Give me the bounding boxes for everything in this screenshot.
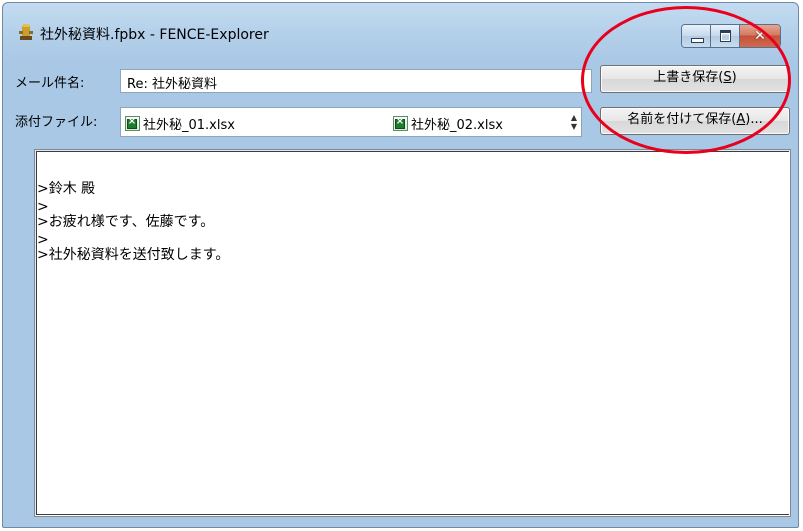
fence-explorer-app-icon[interactable] [17,23,35,41]
attachment-item-1[interactable]: 社外秘_01.xlsx [125,114,235,133]
attachment-name: 社外秘_02.xlsx [411,118,503,133]
body-line: >お疲れ様です、佐藤です。 [37,214,215,230]
subject-value: Re: 社外秘資料 [127,77,217,92]
mail-body[interactable]: >鈴木 殿 > >お疲れ様です、佐藤です。 > >社外秘資料を送付致します。 [34,149,791,517]
excel-file-icon [393,115,408,131]
attachment-item-2[interactable]: 社外秘_02.xlsx [393,114,503,133]
title-bar[interactable]: 社外秘資料.fpbx - FENCE-Explorer ✕ [3,3,798,48]
chevron-down-icon[interactable]: ▼ [571,122,577,131]
attachments-label: 添付ファイル: [15,115,98,130]
overwrite-save-button[interactable]: 上書き保存(S) [600,65,790,93]
mail-body-text: >鈴木 殿 > >お疲れ様です、佐藤です。 > >社外秘資料を送付致します。 [37,180,229,264]
save-as-button[interactable]: 名前を付けて保存(A)... [600,107,790,135]
attachment-name: 社外秘_01.xlsx [143,118,235,133]
body-line: >社外秘資料を送付致します。 [37,247,230,263]
close-icon: ✕ [754,28,766,44]
close-button[interactable]: ✕ [740,25,780,47]
body-line: > [37,199,49,215]
attachments-scroll-spinner[interactable]: ▲ ▼ [566,109,582,135]
chevron-up-icon[interactable]: ▲ [571,113,577,122]
mail-body-frame: >鈴木 殿 > >お疲れ様です、佐藤です。 > >社外秘資料を送付致します。 [36,151,789,515]
minimize-icon [691,38,704,43]
body-line: >鈴木 殿 [37,181,96,197]
subject-field[interactable]: Re: 社外秘資料 [120,69,592,93]
window-title: 社外秘資料.fpbx - FENCE-Explorer [40,27,269,43]
maximize-icon [720,30,731,42]
fence-explorer-window: 社外秘資料.fpbx - FENCE-Explorer ✕ メール件名: Re:… [2,2,799,528]
minimize-button[interactable] [682,25,711,47]
window-controls: ✕ [681,24,781,48]
attachments-list[interactable]: 社外秘_01.xlsx 社外秘_02.xlsx [120,107,582,137]
maximize-button[interactable] [711,25,740,47]
body-line: > [37,232,49,248]
excel-file-icon [125,115,140,131]
subject-label: メール件名: [15,76,85,91]
